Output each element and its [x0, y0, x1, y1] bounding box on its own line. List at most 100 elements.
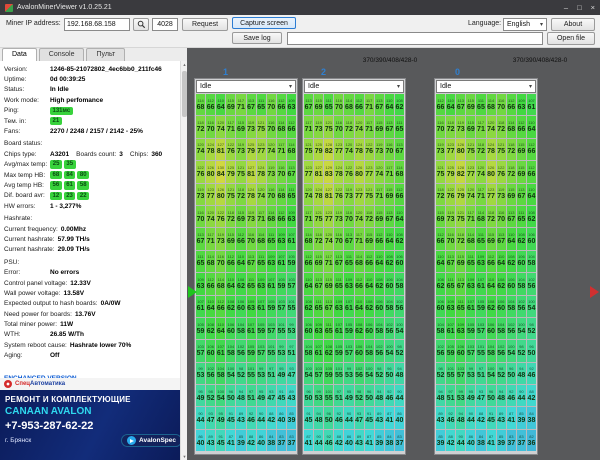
chip-cell: 11468 [196, 94, 205, 115]
capture-screen-button[interactable]: Capture screen [232, 17, 296, 29]
chip-cell: 9246 [334, 407, 343, 428]
board-mode-select[interactable]: Idle ▾ [436, 80, 536, 93]
chip-cell: 9246 [247, 407, 256, 428]
save-log-button[interactable]: Save log [232, 32, 282, 44]
language-select[interactable]: English ▾ [503, 18, 547, 31]
tab-console[interactable]: Console [39, 48, 85, 61]
about-button[interactable]: About [551, 18, 595, 31]
info-row: Expected output to hash boards:0A/0W [4, 299, 180, 309]
chip-cell: 9044 [395, 385, 404, 406]
ip-input[interactable] [64, 18, 130, 31]
chip-cell: 12175 [226, 184, 235, 205]
chip-cell: 10256 [517, 296, 526, 317]
chip-cell: 10155 [277, 318, 286, 339]
board-mode-select[interactable]: Idle ▾ [196, 80, 296, 93]
temp-badge: 21 [50, 117, 62, 126]
chip-cell: 11266 [304, 251, 313, 272]
info-row: Current hashrate:57.99 TH/s [4, 234, 180, 244]
chip-cell: 8337 [507, 430, 516, 451]
chip-cell: 9549 [466, 385, 475, 406]
chip-cell: 10256 [375, 340, 384, 361]
chip-cell: 12377 [466, 161, 475, 182]
chip-cell: 10458 [517, 273, 526, 294]
chip-cell: 12377 [355, 184, 364, 205]
chip-cell: 11569 [236, 206, 245, 227]
tab-pult[interactable]: Пульт [86, 48, 125, 61]
board-mode-select[interactable]: Idle ▾ [304, 80, 404, 93]
chip-cell: 9145 [226, 407, 235, 428]
telegram-icon [127, 436, 136, 445]
chip-cell: 9751 [446, 385, 455, 406]
chip-cell: 10761 [446, 318, 455, 339]
chip-cell: 10054 [507, 340, 516, 361]
chip-cell: 8741 [304, 430, 313, 451]
chip-cell: 12276 [196, 161, 205, 182]
chip-cell: 9751 [267, 363, 276, 384]
chip-cell: 11771 [365, 116, 374, 137]
telegram-badge[interactable]: AvalonSpec [121, 434, 180, 447]
info-row: Avg/max temp:2535 [4, 160, 180, 170]
chip-cell: 8943 [355, 430, 364, 451]
chip-cell: 11468 [466, 228, 475, 249]
scroll-right-arrow[interactable] [590, 286, 599, 298]
chip-cell: 10054 [216, 385, 225, 406]
log-field[interactable] [287, 32, 543, 45]
chip-cell: 11569 [456, 251, 465, 272]
chip-cell: 10660 [365, 318, 374, 339]
request-button[interactable]: Request [182, 18, 228, 31]
chip-cell: 11165 [247, 273, 256, 294]
chip-cell: 9145 [487, 407, 496, 428]
chip-cell: 11670 [334, 116, 343, 137]
chip-cell: 9549 [216, 407, 225, 428]
chip-cell: 9448 [497, 385, 506, 406]
info-row: Status:In Idle [4, 85, 180, 95]
telegram-handle: AvalonSpec [139, 437, 176, 444]
chevron-down-icon: ▾ [529, 83, 532, 90]
chip-cell: 10458 [236, 318, 245, 339]
chip-cell: 11872 [446, 116, 455, 137]
chip-cell: 9549 [196, 385, 205, 406]
chip-cell: 9751 [476, 363, 485, 384]
maximize-icon[interactable]: □ [577, 3, 582, 12]
chip-cell: 12175 [365, 184, 374, 205]
chip-cell: 11165 [257, 94, 266, 115]
close-icon[interactable]: × [591, 3, 595, 12]
chip-cell: 11569 [385, 184, 394, 205]
minimize-icon[interactable]: – [564, 3, 568, 12]
chip-cell: 12175 [456, 206, 465, 227]
chip-cell: 11670 [436, 116, 445, 137]
chip-cell: 11771 [236, 94, 245, 115]
left-panel-scrollbar[interactable]: ▲ ▼ [180, 61, 187, 460]
chip-cell: 11367 [247, 251, 256, 272]
chip-cell: 11569 [375, 206, 384, 227]
chip-cell: 11468 [277, 116, 286, 137]
ad-banner[interactable]: СпецАвтоматика РЕМОНТ И КОМПЛЕКТУЮЩИЕ CA… [0, 378, 180, 460]
chip-cell: 11569 [517, 161, 526, 182]
chip-cell: 10357 [267, 318, 276, 339]
chip-cell: 12377 [334, 139, 343, 160]
chip-cell: 9549 [257, 385, 266, 406]
chip-cell: 11266 [436, 94, 445, 115]
port-input[interactable] [152, 18, 178, 31]
chip-cell: 11367 [304, 94, 313, 115]
scroll-left-arrow[interactable] [188, 286, 197, 298]
chip-cell: 11064 [236, 251, 245, 272]
chip-cell: 10862 [206, 318, 215, 339]
chip-cell: 11771 [466, 206, 475, 227]
chip-cell: 12478 [334, 161, 343, 182]
tab-data[interactable]: Data [2, 48, 37, 61]
chip-cell: 12175 [466, 139, 475, 160]
chip-cell: 12781 [324, 184, 333, 205]
chip-cell: 8842 [527, 385, 536, 406]
chip-cell: 11266 [355, 273, 364, 294]
search-button[interactable] [133, 18, 149, 31]
chip-cell: 11266 [277, 94, 286, 115]
chip-cell: 10963 [196, 273, 205, 294]
chip-cell: 11064 [436, 251, 445, 272]
open-file-button[interactable]: Open file [547, 32, 595, 45]
chip-cell: 12074 [267, 139, 276, 160]
chip-cell: 11569 [375, 116, 384, 137]
chip-cell: 12074 [216, 116, 225, 137]
temp-badge: 58 [77, 181, 89, 190]
chip-cell: 11266 [375, 228, 384, 249]
